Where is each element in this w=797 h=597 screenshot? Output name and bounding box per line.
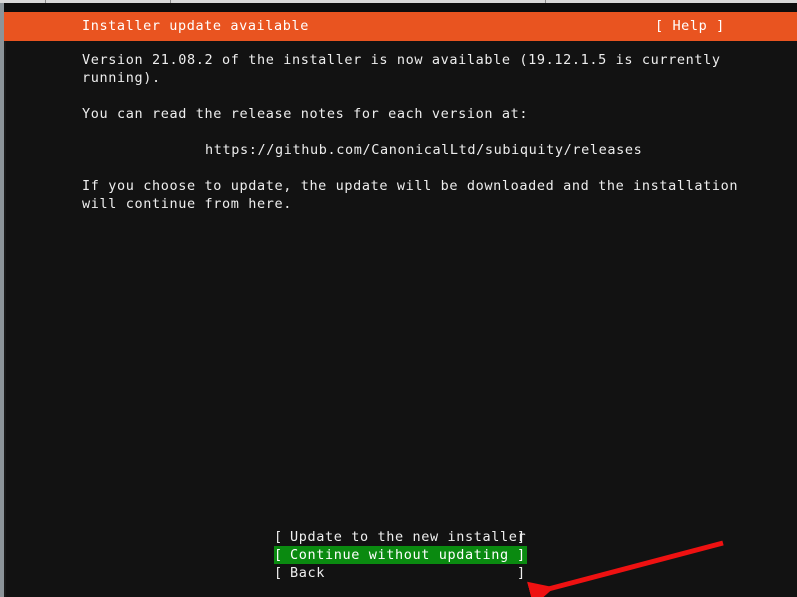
menu-item-back[interactable]: [ Back ] [274, 564, 534, 582]
bracket-open: [ [274, 529, 283, 545]
installer-body: Version 21.08.2 of the installer is now … [6, 41, 797, 597]
update-behaviour-line-1: If you choose to update, the update will… [82, 178, 739, 194]
bracket-close: ] [517, 565, 526, 581]
bracket-close: ] [517, 529, 526, 545]
update-behaviour-line-2: will continue from here. [82, 196, 292, 212]
menu-item-continue-without-updating[interactable]: [ Continue without updating ] [274, 546, 527, 564]
page-title: Installer update available [82, 18, 309, 34]
menu-item-label: Back [290, 565, 325, 581]
info-line-2: running). [82, 70, 161, 86]
installer-screen: Installer update available [ Help ] Vers… [0, 0, 797, 597]
release-notes-intro: You can read the release notes for each … [82, 106, 529, 122]
bracket-close: ] [517, 547, 526, 563]
release-notes-url: https://github.com/CanonicalLtd/subiquit… [205, 142, 643, 158]
bracket-open: [ [274, 547, 283, 563]
annotation-arrow [527, 540, 724, 597]
help-button[interactable]: [ Help ] [655, 18, 725, 35]
menu-item-label: Update to the new installer [290, 529, 527, 545]
info-line-1: Version 21.08.2 of the installer is now … [82, 52, 721, 68]
installer-header-bar: Installer update available [ Help ] [4, 12, 797, 41]
bracket-open: [ [274, 565, 283, 581]
installer-menu: [ Update to the new installer ] [ Contin… [274, 528, 534, 582]
menu-item-update-installer[interactable]: [ Update to the new installer ] [274, 528, 534, 546]
menu-item-label: Continue without updating [290, 547, 509, 563]
window-chrome-shadow [0, 3, 797, 12]
